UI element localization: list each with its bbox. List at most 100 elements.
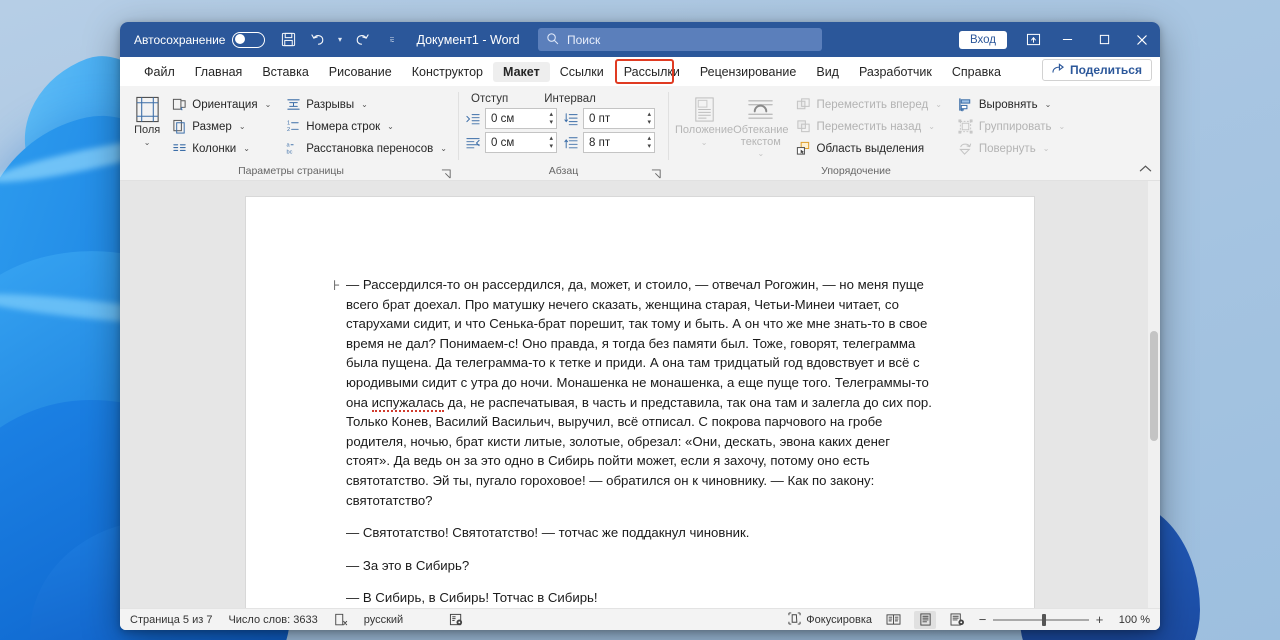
orientation-button[interactable]: Ориентация ⌄ [168,94,276,115]
chevron-down-icon[interactable]: ⌄ [243,144,250,153]
spacing-after-stepper[interactable]: ▴ ▾ [647,134,651,151]
line-numbers-label: Номера строк [306,120,381,133]
zoom-slider[interactable]: − + [978,612,1104,627]
chevron-down-icon[interactable]: ⌄ [1043,144,1050,153]
group-button[interactable]: Группировать ⌄ [955,116,1070,137]
breaks-button[interactable]: Разрывы ⌄ [282,94,452,115]
tab-mailings[interactable]: Рассылки [614,62,690,82]
chevron-down-icon[interactable]: ⌄ [265,100,272,109]
misspelled-word[interactable]: испужалась [371,394,445,412]
margins-button[interactable]: Поля ⌄ [130,91,164,147]
zoom-in-button[interactable]: + [1095,612,1104,627]
qat-overflow-icon[interactable]: ⩳ [385,25,398,55]
spacing-before-input[interactable]: 0 пт ▴ ▾ [583,108,655,129]
zoom-value[interactable]: 100 % [1114,614,1150,626]
selection-pane-button[interactable]: Область выделения [793,138,947,159]
hyphenation-label: Расстановка переносов [306,142,434,155]
read-mode-icon[interactable] [882,611,904,629]
chevron-down-icon[interactable]: ⌄ [440,144,447,153]
chevron-down-icon[interactable]: ⌄ [757,149,764,158]
rotate-button[interactable]: Повернуть ⌄ [955,138,1070,159]
paragraph[interactable]: — За это в Сибирь? [346,556,934,576]
collapse-ribbon-icon[interactable] [1139,164,1152,176]
spacing-after-input[interactable]: 8 пт ▴ ▾ [583,132,655,153]
breaks-label: Разрывы [306,98,355,111]
paragraph[interactable]: ⊦ — Рассердился-то он рассердился, да, м… [333,275,934,510]
wrap-text-button[interactable]: Обтекание текстом ⌄ [733,91,789,158]
zoom-track[interactable] [993,613,1089,626]
document-canvas[interactable]: ⊦ — Рассердился-то он рассердился, да, м… [120,181,1160,608]
paragraph[interactable]: — В Сибирь, в Сибирь! Тотчас в Сибирь! [346,588,934,608]
tab-design[interactable]: Конструктор [402,62,493,82]
line-numbers-button[interactable]: 1 2 Номера строк ⌄ [282,116,452,137]
indent-left-stepper[interactable]: ▴ ▾ [549,110,553,127]
margins-icon [133,94,162,124]
page-indicator[interactable]: Страница 5 из 7 [130,614,212,626]
undo-icon[interactable] [303,25,333,55]
close-icon[interactable] [1123,22,1160,57]
accessibility-icon[interactable] [449,613,464,627]
tab-help[interactable]: Справка [942,62,1011,82]
word-count[interactable]: Число слов: 3633 [228,614,317,626]
autosave-control[interactable]: Автосохранение [120,31,266,48]
proofing-errors-icon[interactable] [334,613,348,627]
print-layout-icon[interactable] [914,610,936,629]
ribbon-separator [668,92,669,160]
save-icon[interactable] [273,25,303,55]
redo-icon[interactable] [346,25,376,55]
tab-file[interactable]: Файл [134,62,185,82]
chevron-down-icon[interactable]: ⌄ [1059,122,1066,131]
align-button[interactable]: Выровнять ⌄ [955,94,1070,115]
autosave-toggle[interactable] [232,31,266,48]
tab-insert[interactable]: Вставка [252,62,318,82]
send-backward-button[interactable]: Переместить назад ⌄ [793,116,947,137]
document-page[interactable]: ⊦ — Рассердился-то он рассердился, да, м… [246,197,1034,608]
bring-forward-button[interactable]: Переместить вперед ⌄ [793,94,947,115]
size-label: Размер [192,120,232,133]
chevron-down-icon[interactable]: ⌄ [935,100,942,109]
undo-dropdown-icon[interactable]: ▾ [333,25,346,55]
tab-view[interactable]: Вид [806,62,849,82]
scrollbar-thumb[interactable] [1150,331,1158,441]
indent-right-stepper[interactable]: ▴ ▾ [549,134,553,151]
tab-home[interactable]: Главная [185,62,253,82]
chevron-down-icon[interactable]: ⌄ [1045,100,1052,109]
language-indicator[interactable]: русский [364,614,403,626]
chevron-down-icon[interactable]: ⌄ [239,122,246,131]
tab-layout[interactable]: Макет [493,61,550,82]
indent-right-input[interactable]: 0 см ▴ ▾ [485,132,557,153]
columns-button[interactable]: Колонки ⌄ [168,138,276,159]
paragraph[interactable]: — Святотатство! Святотатство! — тотчас ж… [346,523,934,543]
spacing-before-stepper[interactable]: ▴ ▾ [647,110,651,127]
margins-label: Поля [134,124,161,136]
search-input[interactable]: Поиск [538,28,822,51]
chevron-down-icon[interactable]: ⌄ [361,100,368,109]
minimize-icon[interactable] [1049,22,1086,57]
document-title: Документ1 - Word [416,32,520,47]
bring-forward-label: Переместить вперед [816,98,929,111]
zoom-handle[interactable] [1042,613,1046,626]
tab-review[interactable]: Рецензирование [690,62,807,82]
share-button[interactable]: Поделиться [1041,59,1152,81]
paragraph-dialog-launcher[interactable] [651,167,662,179]
position-button[interactable]: Положение ⌄ [675,91,733,147]
maximize-icon[interactable] [1086,22,1123,57]
hyphenation-button[interactable]: a bc Расстановка переносов ⌄ [282,138,452,159]
web-layout-icon[interactable] [946,611,968,629]
vertical-scrollbar[interactable] [1148,181,1160,608]
ribbon-display-options-icon[interactable] [1017,22,1049,57]
chevron-down-icon[interactable]: ⌄ [928,122,935,131]
page-setup-dialog-launcher[interactable] [441,167,452,179]
focus-mode-button[interactable]: Фокусировка [788,611,872,628]
chevron-down-icon[interactable]: ⌄ [701,138,708,147]
chevron-down-icon[interactable]: ⌄ [387,122,394,131]
sign-in-button[interactable]: Вход [958,30,1007,49]
tab-references[interactable]: Ссылки [550,62,614,82]
tab-developer[interactable]: Разработчик [849,62,942,82]
autosave-label: Автосохранение [134,32,226,47]
size-button[interactable]: Размер ⌄ [168,116,276,137]
tab-draw[interactable]: Рисование [319,62,402,82]
zoom-out-button[interactable]: − [978,612,987,627]
chevron-down-icon[interactable]: ⌄ [144,138,151,147]
indent-left-input[interactable]: 0 см ▴ ▾ [485,108,557,129]
